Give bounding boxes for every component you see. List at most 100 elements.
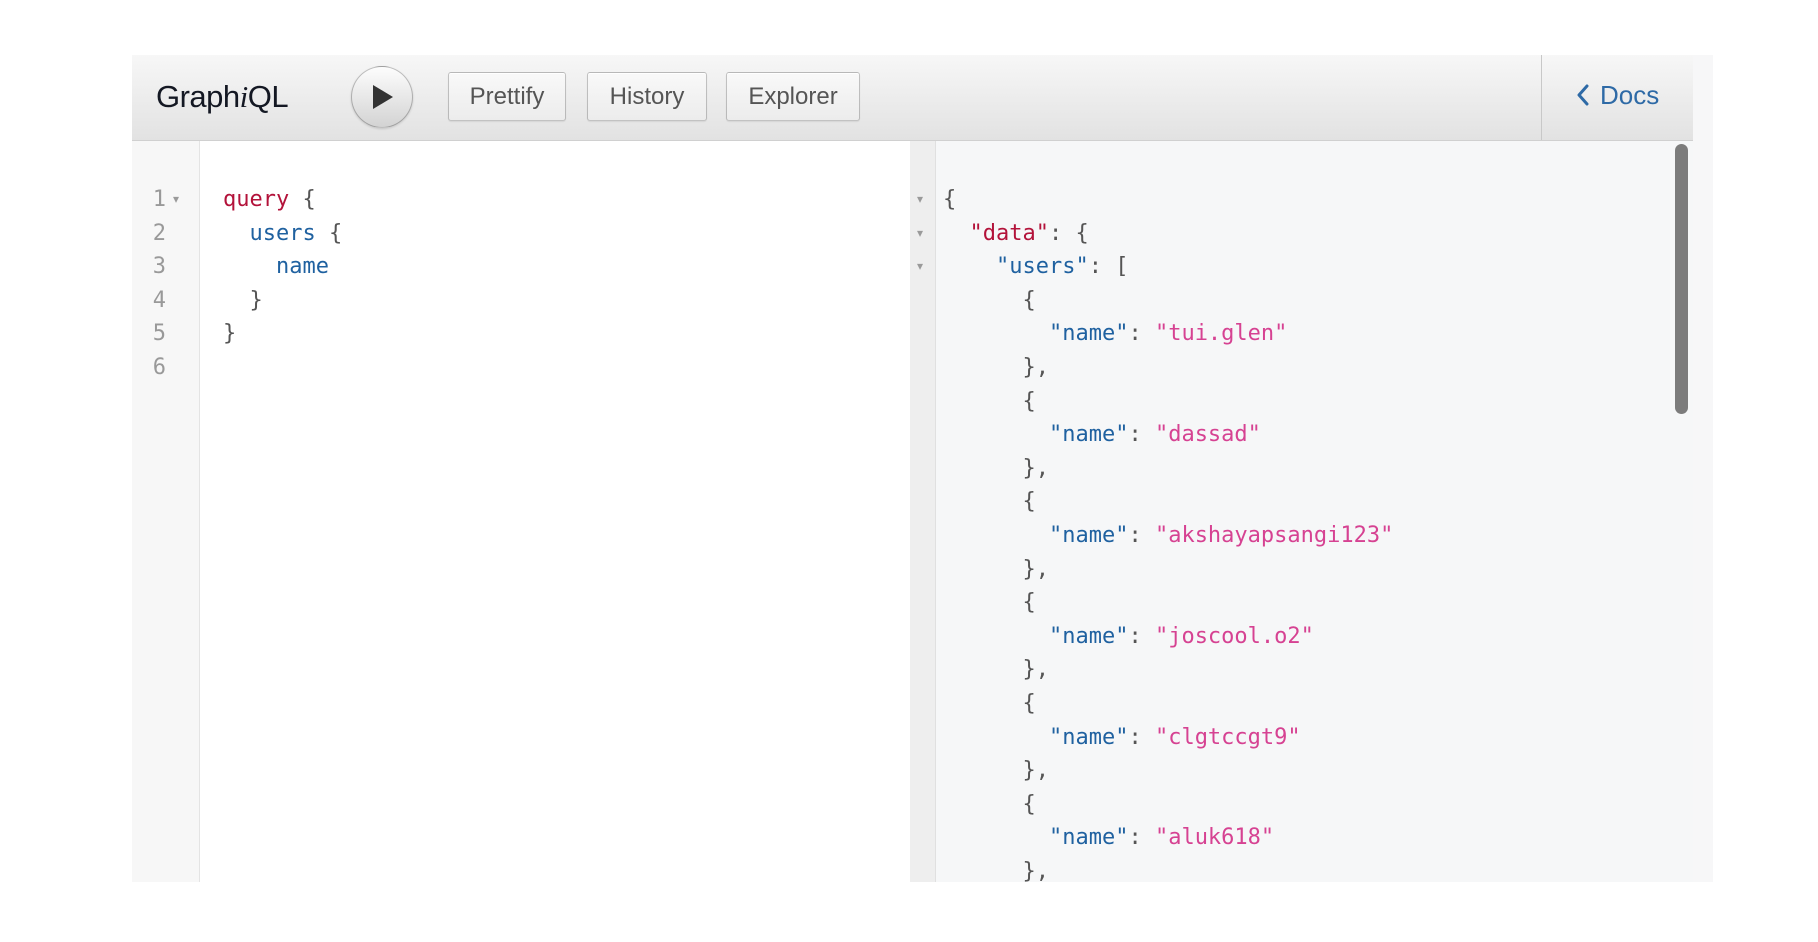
line-number: 6 [152, 355, 166, 380]
result-token: "tui.glen" [1154, 321, 1288, 347]
result-token [943, 321, 1049, 346]
code-line: query { [223, 183, 316, 217]
docs-button[interactable]: Docs [1576, 75, 1659, 115]
code-token: { [315, 220, 343, 246]
result-line: }, [943, 452, 1049, 486]
code-token: { [289, 187, 316, 212]
result-token: "data" [969, 220, 1049, 246]
fold-arrow-icon[interactable]: ▾ [917, 183, 923, 217]
docs-label: Docs [1600, 79, 1660, 110]
chevron-left-icon [1577, 84, 1589, 106]
result-token: : [1128, 422, 1155, 448]
result-token: "users" [995, 254, 1089, 280]
result-line: { [943, 788, 1035, 822]
result-line: { [943, 586, 1036, 620]
result-token [943, 523, 1049, 548]
fold-arrow-icon[interactable]: ▾ [917, 250, 923, 284]
result-token: "joscool.o2" [1154, 623, 1314, 649]
title-suffix: QL [247, 79, 289, 114]
result-line: { [943, 485, 1035, 519]
result-token [943, 624, 1049, 649]
toolbar: GraphiQL Prettify History Explorer Docs [132, 55, 1693, 141]
result-token [943, 254, 996, 279]
result-token: { [943, 590, 1036, 616]
code-token: } [223, 287, 263, 313]
result-token: "name" [1048, 321, 1129, 347]
graphiql-window: GraphiQL Prettify History Explorer Docs … [132, 55, 1713, 884]
query-editor[interactable]: 1 2 3 4 5 6 ▾ query { users { name }} [132, 141, 917, 882]
result-token: : { [1048, 220, 1089, 246]
result-line: "name": "tui.glen" [943, 317, 1287, 351]
explorer-button[interactable]: Explorer [726, 72, 860, 121]
result-token: "aluk618" [1154, 825, 1275, 851]
result-token: }, [943, 355, 1049, 380]
docs-divider [1541, 55, 1542, 140]
result-line: }, [943, 351, 1049, 385]
result-line: }, [943, 855, 1049, 889]
result-line: { [943, 284, 1036, 318]
result-token: "clgtccgt9" [1154, 724, 1301, 750]
result-line: }, [943, 653, 1049, 687]
line-number: 2 [152, 220, 166, 246]
result-viewer[interactable]: ▾ ▾ ▾ { "data": { "users": [ { "name": "tu… [910, 141, 1693, 884]
code-line: } [223, 284, 263, 318]
app-title: GraphiQL [156, 79, 289, 115]
result-token: "name" [1048, 523, 1129, 548]
result-token: { [943, 691, 1036, 716]
result-line: "data": { [943, 217, 1089, 251]
result-line: "name": "aluk618" [943, 821, 1274, 855]
result-token: : [1128, 623, 1155, 649]
result-token: "dassad" [1154, 422, 1261, 448]
result-token [943, 422, 1049, 447]
code-token: } [223, 321, 237, 347]
result-token: }, [943, 859, 1049, 884]
history-button[interactable]: History [587, 72, 707, 121]
code-token: query [223, 187, 290, 212]
result-line: { [943, 385, 1036, 419]
result-token [943, 825, 1049, 850]
result-token: : [1128, 724, 1155, 750]
code-line: } [223, 317, 236, 351]
result-token [943, 725, 1049, 750]
code-token: name [223, 254, 329, 280]
code-token: users [223, 220, 316, 246]
result-token [943, 221, 970, 246]
result-token: }, [943, 657, 1049, 683]
line-number: 4 [152, 287, 166, 313]
fold-arrow-icon[interactable]: ▾ [917, 217, 923, 251]
result-token: "name" [1048, 422, 1129, 448]
result-scrollbar[interactable] [1675, 144, 1688, 414]
result-token: : [1128, 523, 1155, 548]
result-token: "name" [1048, 724, 1129, 750]
result-line: "name": "clgtccgt9" [943, 721, 1301, 755]
result-line: "users": [ [943, 250, 1128, 284]
result-line: { [943, 687, 1036, 721]
play-icon [373, 85, 393, 109]
result-token: }, [943, 556, 1049, 582]
result-token: { [943, 287, 1036, 313]
line-number: 3 [152, 254, 166, 280]
result-token: { [943, 187, 957, 212]
result-line: }, [943, 553, 1049, 587]
fold-arrow-icon[interactable]: ▾ [173, 183, 179, 217]
execute-query-button[interactable] [351, 66, 413, 128]
result-token: : [1128, 321, 1155, 347]
result-line: "name": "joscool.o2" [943, 620, 1314, 654]
result-line: { [943, 183, 956, 217]
code-line: name [223, 250, 329, 284]
prettify-button[interactable]: Prettify [448, 72, 566, 121]
line-number: 5 [152, 321, 166, 347]
query-gutter: 1 2 3 4 5 6 ▾ [132, 141, 200, 882]
result-token: }, [943, 455, 1049, 481]
result-token: "name" [1048, 825, 1129, 851]
result-line: }, [943, 754, 1049, 788]
result-token: : [ [1088, 254, 1129, 280]
result-token: "akshayapsangi123" [1154, 523, 1394, 548]
result-token: "name" [1048, 623, 1129, 649]
result-token: { [943, 388, 1036, 414]
result-gutter: ▾ ▾ ▾ [910, 141, 936, 882]
line-number: 1 [152, 187, 166, 212]
code-line: users { [223, 217, 342, 251]
result-line: "name": "akshayapsangi123" [943, 519, 1393, 553]
result-token: : [1128, 825, 1155, 851]
